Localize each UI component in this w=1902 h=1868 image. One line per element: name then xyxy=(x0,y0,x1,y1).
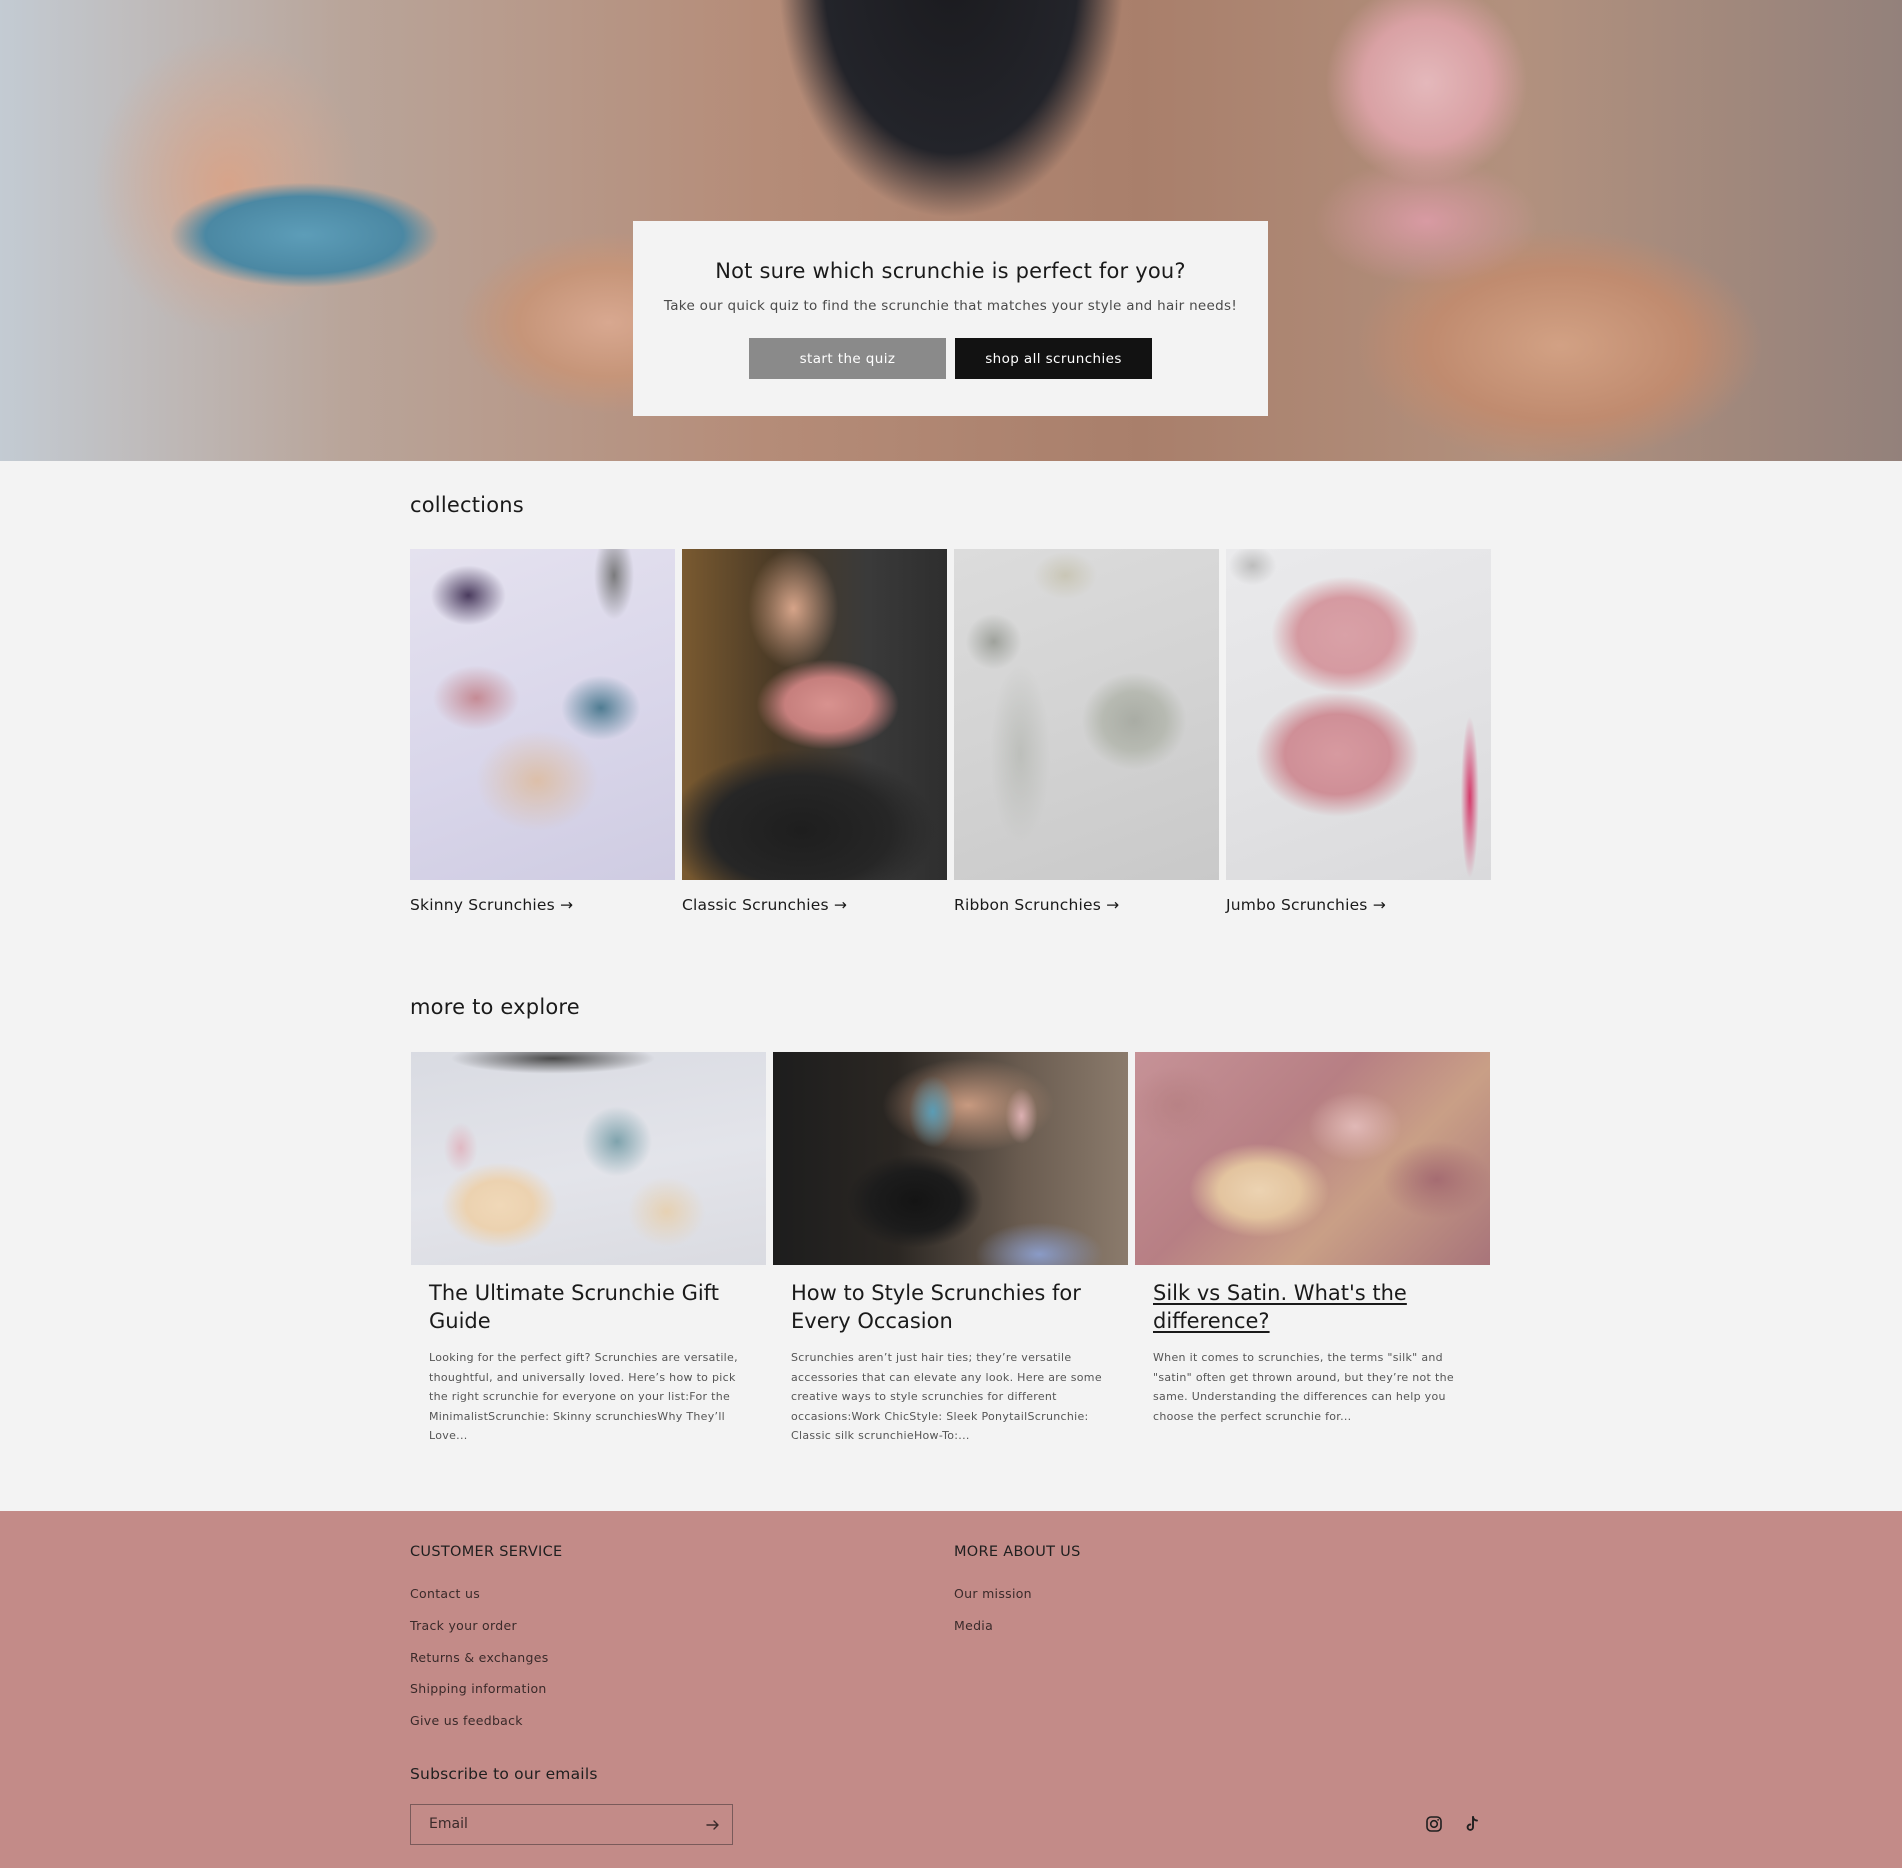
skinny-scrunchies-image[interactable] xyxy=(410,549,675,880)
silk-satin-article-image[interactable] xyxy=(1135,1052,1490,1265)
hero-banner-image: Not sure which scrunchie is perfect for … xyxy=(0,0,1902,461)
footer-link-media[interactable]: Media xyxy=(954,1618,993,1633)
styling-article-image[interactable] xyxy=(773,1052,1128,1265)
explore-heading: more to explore xyxy=(410,995,580,1019)
article-title[interactable]: How to Style Scrunchies for Every Occasi… xyxy=(791,1279,1111,1335)
collections-heading: collections xyxy=(410,493,524,517)
quiz-callout-card: Not sure which scrunchie is perfect for … xyxy=(633,221,1268,416)
collection-label[interactable]: Ribbon Scrunchies → xyxy=(954,896,1119,914)
email-field[interactable] xyxy=(411,1805,709,1843)
article-excerpt: When it comes to scrunchies, the terms "… xyxy=(1153,1351,1454,1423)
email-signup-form xyxy=(410,1804,733,1845)
tiktok-icon xyxy=(1466,1816,1478,1831)
gift-guide-article-image[interactable] xyxy=(411,1052,766,1265)
quiz-subtitle: Take our quick quiz to find the scrunchi… xyxy=(663,298,1238,314)
ribbon-scrunchies-image[interactable] xyxy=(954,549,1219,880)
subscribe-submit-button[interactable] xyxy=(702,1814,724,1836)
article-title[interactable]: Silk vs Satin. What's the difference? xyxy=(1153,1279,1473,1335)
tiktok-link[interactable] xyxy=(1460,1812,1484,1836)
article-excerpt: Scrunchies aren’t just hair ties; they’r… xyxy=(791,1351,1102,1442)
footer-link-shipping[interactable]: Shipping information xyxy=(410,1681,547,1696)
site-footer: CUSTOMER SERVICE Contact us Track your o… xyxy=(0,1511,1902,1868)
quiz-title: Not sure which scrunchie is perfect for … xyxy=(715,259,1186,283)
collection-label[interactable]: Skinny Scrunchies → xyxy=(410,896,573,914)
footer-link-feedback[interactable]: Give us feedback xyxy=(410,1713,523,1728)
article-excerpt: Looking for the perfect gift? Scrunchies… xyxy=(429,1351,738,1442)
article-title[interactable]: The Ultimate Scrunchie Gift Guide xyxy=(429,1279,749,1335)
instagram-icon xyxy=(1426,1816,1442,1832)
footer-link-returns[interactable]: Returns & exchanges xyxy=(410,1650,549,1665)
footer-link-contact[interactable]: Contact us xyxy=(410,1586,480,1601)
collection-label[interactable]: Jumbo Scrunchies → xyxy=(1226,896,1386,914)
footer-link-mission[interactable]: Our mission xyxy=(954,1586,1032,1601)
start-quiz-button[interactable]: start the quiz xyxy=(749,338,946,379)
shop-all-button[interactable]: shop all scrunchies xyxy=(955,338,1152,379)
jumbo-scrunchies-image[interactable] xyxy=(1226,549,1491,880)
more-about-us-heading: MORE ABOUT US xyxy=(954,1544,1081,1560)
arrow-right-icon xyxy=(706,1820,719,1830)
classic-scrunchies-image[interactable] xyxy=(682,549,947,880)
customer-service-heading: CUSTOMER SERVICE xyxy=(410,1544,563,1560)
instagram-link[interactable] xyxy=(1422,1812,1446,1836)
footer-link-track-order[interactable]: Track your order xyxy=(410,1618,517,1633)
subscribe-heading: Subscribe to our emails xyxy=(410,1765,598,1783)
collection-label[interactable]: Classic Scrunchies → xyxy=(682,896,847,914)
